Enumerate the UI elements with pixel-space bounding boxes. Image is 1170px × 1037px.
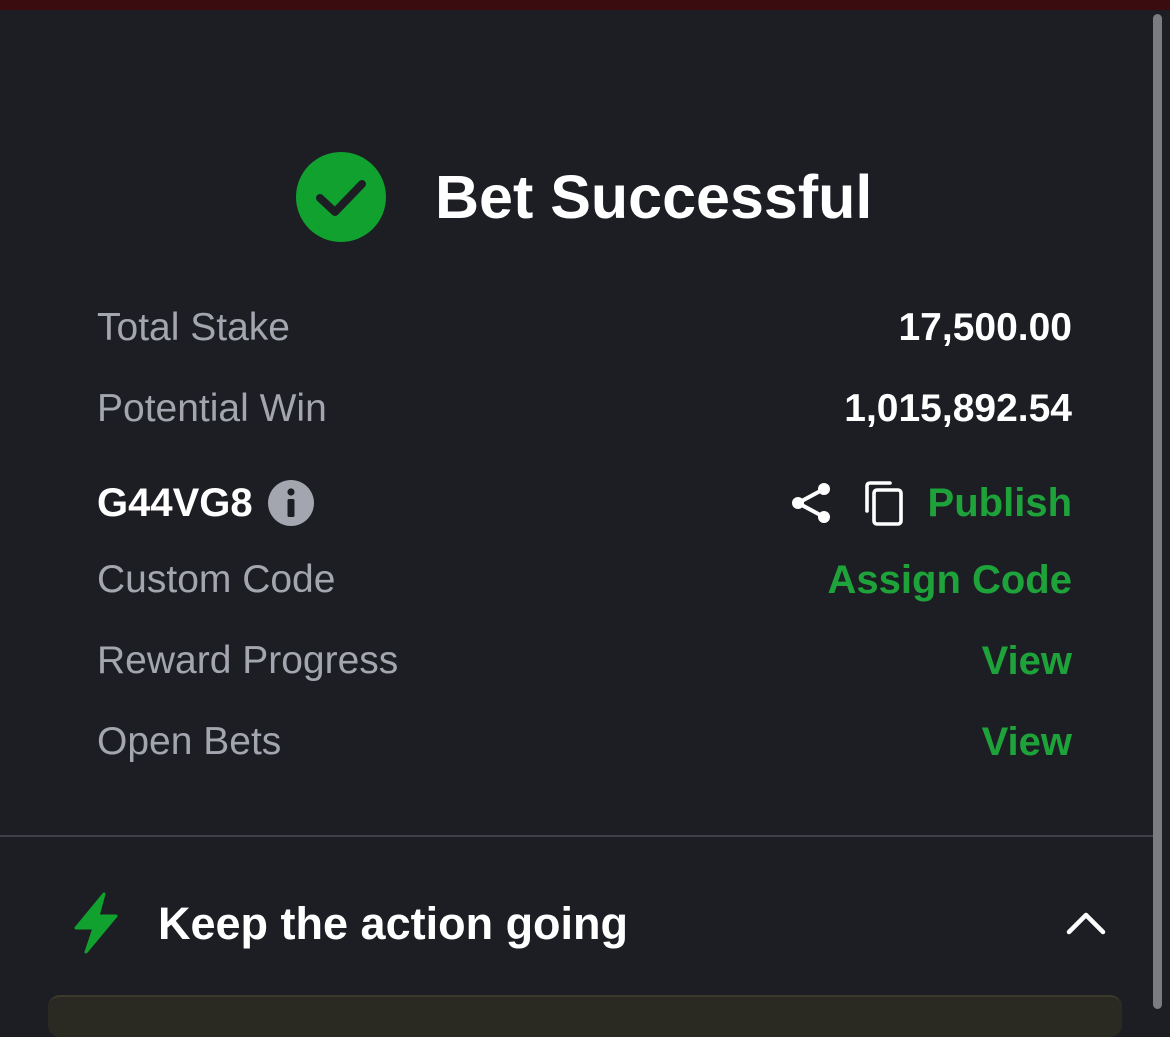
reward-progress-row: Reward Progress View <box>97 633 1072 714</box>
bet-success-header: Bet Successful <box>0 150 1170 244</box>
booking-code-group: G44VG8 <box>97 471 315 535</box>
reward-progress-view-link[interactable]: View <box>982 633 1072 689</box>
chevron-up-icon[interactable] <box>1064 906 1108 938</box>
check-circle-icon <box>296 152 386 242</box>
promo-card[interactable] <box>48 995 1122 1037</box>
reward-progress-label: Reward Progress <box>97 639 399 682</box>
custom-code-label: Custom Code <box>97 558 336 601</box>
total-stake-row: Total Stake 17,500.00 <box>97 300 1072 381</box>
potential-win-row: Potential Win 1,015,892.54 <box>97 381 1072 462</box>
info-icon[interactable] <box>267 479 315 527</box>
promo-title: Keep the action going <box>158 898 629 949</box>
open-bets-view-link[interactable]: View <box>982 714 1072 770</box>
custom-code-row: Custom Code Assign Code <box>97 552 1072 633</box>
potential-win-value: 1,015,892.54 <box>844 387 1072 430</box>
copy-icon[interactable] <box>862 480 908 526</box>
open-bets-label: Open Bets <box>97 720 282 763</box>
assign-code-link[interactable]: Assign Code <box>828 552 1072 608</box>
keep-action-going-section[interactable]: Keep the action going <box>0 890 1153 960</box>
lightning-bolt-icon <box>74 892 118 954</box>
top-strip <box>0 0 1170 10</box>
publish-link[interactable]: Publish <box>928 481 1072 526</box>
bet-details: Total Stake 17,500.00 Potential Win 1,01… <box>97 300 1072 795</box>
share-icon[interactable] <box>788 480 834 526</box>
open-bets-row: Open Bets View <box>97 714 1072 795</box>
booking-actions: Publish <box>788 471 1072 535</box>
page-title: Bet Successful <box>435 163 873 231</box>
potential-win-label: Potential Win <box>97 387 327 430</box>
total-stake-label: Total Stake <box>97 306 290 349</box>
section-divider <box>0 835 1153 837</box>
booking-code: G44VG8 <box>97 480 253 525</box>
total-stake-value: 17,500.00 <box>898 306 1072 349</box>
